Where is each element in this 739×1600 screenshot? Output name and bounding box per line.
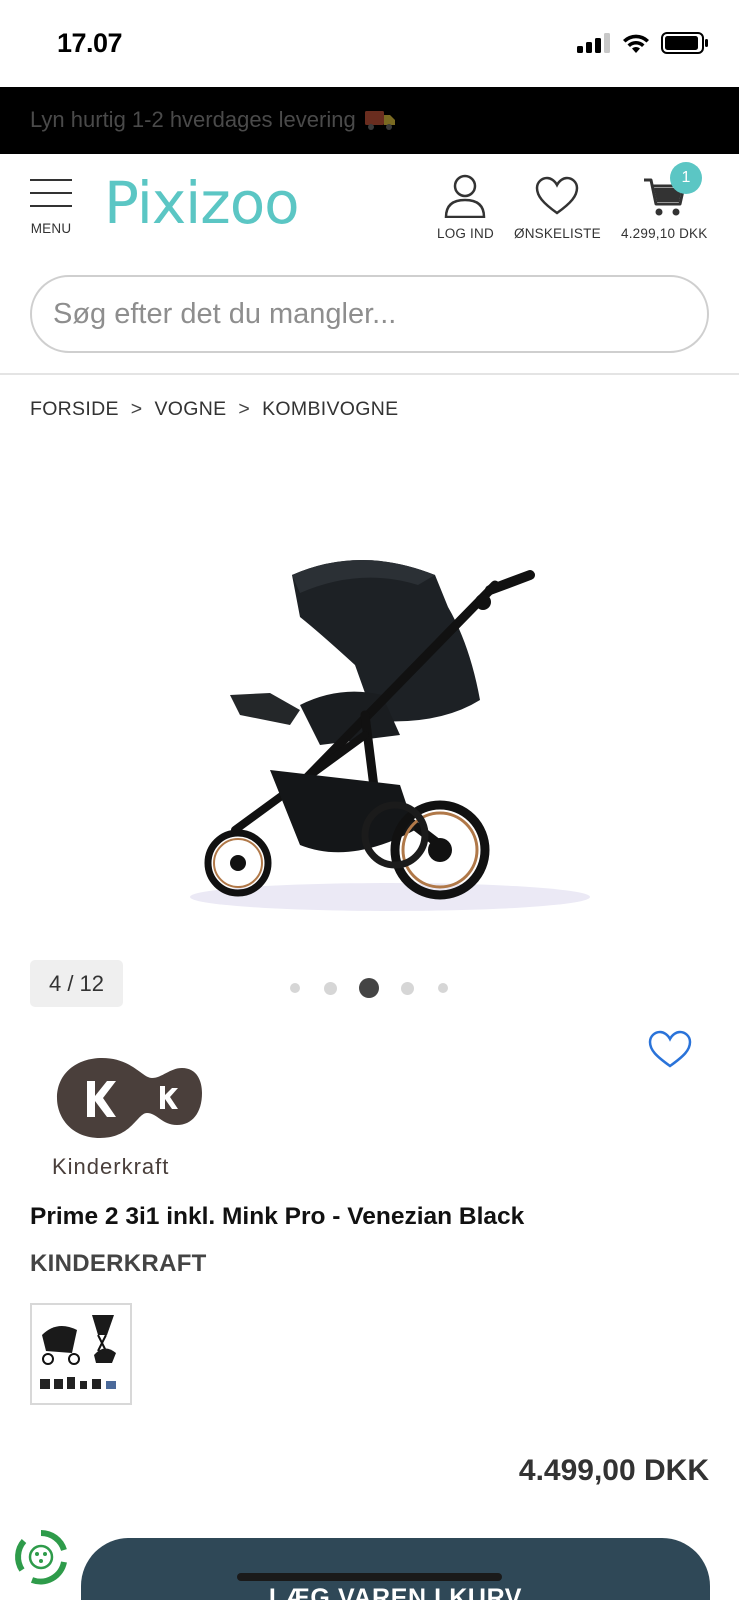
header-divider xyxy=(0,373,739,375)
breadcrumb-link-kombivogne[interactable]: KOMBIVOGNE xyxy=(262,398,398,421)
menu-button[interactable]: MENU xyxy=(30,177,72,236)
delivery-truck-icon xyxy=(364,111,395,130)
breadcrumb: FORSIDE > VOGNE > KOMBIVOGNE xyxy=(30,398,398,421)
user-icon xyxy=(445,174,486,218)
brand-logo-text: Kinderkraft xyxy=(52,1154,170,1179)
breadcrumb-separator: > xyxy=(238,398,251,420)
variant-thumbnail[interactable] xyxy=(30,1303,132,1405)
site-logo[interactable]: Pixizoo xyxy=(104,174,300,232)
home-indicator xyxy=(237,1573,502,1581)
gallery-counter: 4 / 12 xyxy=(30,960,123,1007)
logo-text: Pixizoo xyxy=(104,169,300,237)
breadcrumb-link-vogne[interactable]: VOGNE xyxy=(154,398,226,421)
site-header: MENU Pixizoo LOG IND ØNSKELISTE 4.299,10… xyxy=(0,154,739,254)
menu-label: MENU xyxy=(30,221,72,236)
add-to-cart-button[interactable]: LÆG VAREN I KURV xyxy=(81,1538,710,1600)
gallery-dot[interactable] xyxy=(290,983,300,993)
cart-total: 4.299,10 DKK xyxy=(621,226,708,241)
add-to-wishlist-heart-icon[interactable] xyxy=(648,1030,692,1070)
gallery-dot[interactable] xyxy=(324,981,337,995)
product-brand[interactable]: KINDERKRAFT xyxy=(30,1250,207,1278)
add-to-cart-label: LÆG VAREN I KURV xyxy=(268,1584,523,1600)
eco-recycle-icon[interactable] xyxy=(12,1528,70,1586)
promo-text-wrap: Lyn hurtig 1-2 hverdages levering xyxy=(30,107,396,133)
cellular-signal-icon xyxy=(577,33,610,53)
status-time: 17.07 xyxy=(57,28,123,58)
promo-text: Lyn hurtig 1-2 hverdages levering xyxy=(30,107,356,132)
login-button[interactable]: LOG IND xyxy=(437,174,494,241)
promo-banner: Lyn hurtig 1-2 hverdages levering xyxy=(0,87,739,154)
cart-count-badge: 1 xyxy=(670,162,702,194)
wishlist-label: ØNSKELISTE xyxy=(514,226,601,241)
brand-logo[interactable]: Kinderkraft xyxy=(52,1053,204,1179)
gallery-dot[interactable] xyxy=(401,981,414,995)
status-bar: 17.07 xyxy=(0,0,739,87)
brand-logo-mark xyxy=(57,1058,202,1138)
product-price: 4.499,00 DKK xyxy=(518,1454,709,1487)
battery-icon xyxy=(661,32,708,54)
status-icons xyxy=(577,32,709,54)
wifi-icon xyxy=(623,34,649,53)
product-image[interactable] xyxy=(150,545,610,945)
variant-thumbnail-image xyxy=(40,1315,116,1389)
search-input[interactable] xyxy=(32,277,707,351)
gallery-dot-active[interactable] xyxy=(359,978,379,998)
login-label: LOG IND xyxy=(437,226,494,241)
wishlist-button[interactable]: ØNSKELISTE xyxy=(514,176,601,241)
gallery-dot[interactable] xyxy=(438,983,448,993)
breadcrumb-link-forside[interactable]: FORSIDE xyxy=(30,398,119,421)
hamburger-menu-icon xyxy=(30,179,72,207)
gallery-dots xyxy=(290,978,448,998)
breadcrumb-separator: > xyxy=(130,398,143,420)
search-bar xyxy=(30,275,709,353)
product-title: Prime 2 3i1 inkl. Mink Pro - Venezian Bl… xyxy=(30,1203,525,1230)
heart-icon xyxy=(536,176,579,215)
